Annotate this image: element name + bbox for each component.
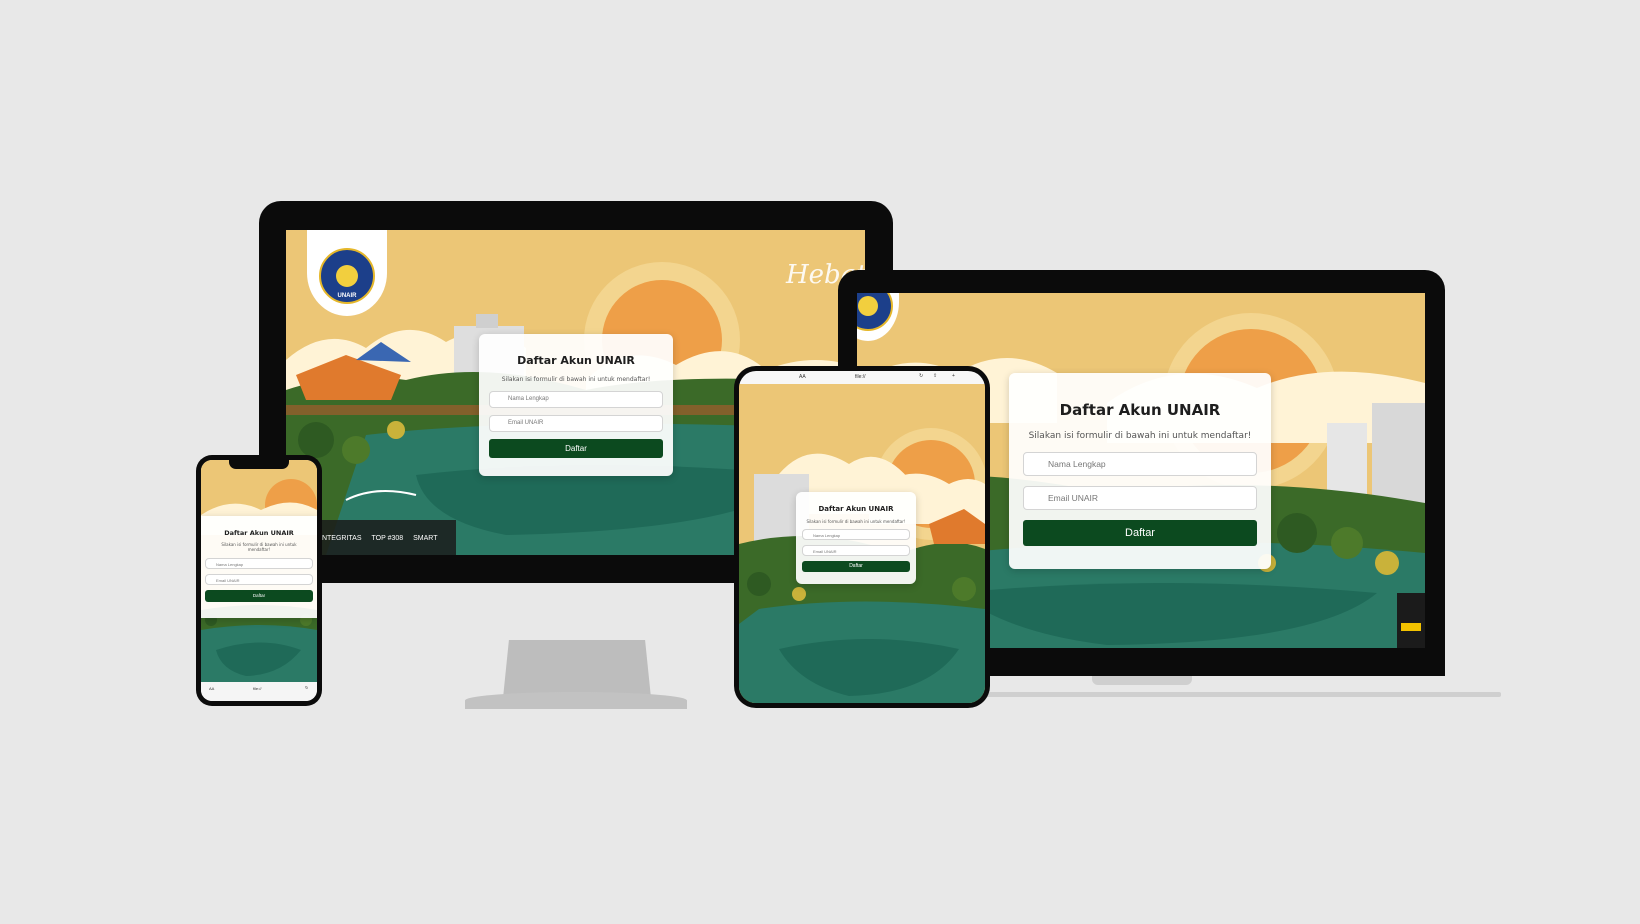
address-bar[interactable]: file:// — [253, 686, 261, 691]
register-button[interactable]: Daftar — [802, 561, 910, 572]
register-card: Daftar Akun UNAIR Silakan isi formulir d… — [1009, 373, 1271, 569]
desktop-stand-neck — [503, 640, 651, 698]
email-input[interactable]: Email UNAIR — [1023, 486, 1257, 510]
email-input[interactable]: Email UNAIR — [489, 415, 663, 432]
form-title: Daftar Akun UNAIR — [818, 505, 894, 513]
email-input[interactable]: Email UNAIR — [802, 545, 910, 556]
phone-notch — [229, 460, 289, 469]
badge-smart: SMART — [413, 535, 438, 542]
badge-integritas: INTEGRITAS — [320, 535, 362, 542]
register-card: Daftar Akun UNAIR Silakan isi formulir d… — [796, 492, 916, 584]
badge-rank: TOP #308 — [371, 535, 404, 542]
tablet-browser-bar: AA file:// ↻ ⇪ + — [739, 371, 985, 384]
form-subtitle: Silakan isi formulir di bawah ini untuk … — [1028, 431, 1252, 441]
register-card: Daftar Akun UNAIR Silakan isi formulir d… — [201, 516, 317, 618]
form-title: Daftar Akun UNAIR — [1059, 401, 1221, 419]
address-bar[interactable]: file:// — [855, 374, 866, 380]
new-tab-icon[interactable]: + — [952, 373, 955, 379]
reload-icon[interactable]: ↻ — [919, 373, 923, 379]
form-title: Daftar Akun UNAIR — [224, 529, 294, 537]
phone-browser-bar: AA file:// ↻ — [201, 682, 317, 701]
desktop-stand-base — [465, 692, 687, 709]
reader-button[interactable]: AA — [799, 374, 806, 380]
register-button[interactable]: Daftar — [489, 439, 663, 458]
form-subtitle: Silakan isi formulir di bawah ini untuk … — [806, 519, 906, 524]
full-name-input[interactable]: Nama Lengkap — [802, 529, 910, 540]
reader-button[interactable]: AA — [209, 686, 214, 691]
full-name-input[interactable]: Nama Lengkap — [489, 391, 663, 408]
register-card: Daftar Akun UNAIR Silakan isi formulir d… — [479, 334, 673, 476]
unair-logo: UNAIR — [307, 230, 387, 316]
form-subtitle: Silakan isi formulir di bawah ini untuk … — [501, 376, 651, 383]
seal-text: UNAIR — [337, 292, 357, 299]
form-title: Daftar Akun UNAIR — [517, 354, 635, 367]
footer-badges: INTEGRITAS TOP #308 SMART — [320, 535, 438, 542]
laptop-hinge — [1092, 676, 1192, 685]
tablet-screen: AA file:// ↻ ⇪ + Daftar Akun UNAIR Silak… — [739, 371, 985, 703]
email-input[interactable]: Email UNAIR — [205, 574, 313, 585]
phone-screen: Daftar Akun UNAIR Silakan isi formulir d… — [201, 460, 317, 701]
register-button[interactable]: Daftar — [205, 590, 313, 602]
form-subtitle: Silakan isi formulir di bawah ini untuk … — [221, 542, 297, 552]
full-name-input[interactable]: Nama Lengkap — [205, 558, 313, 569]
full-name-input[interactable]: Nama Lengkap — [1023, 452, 1257, 476]
reload-icon[interactable]: ↻ — [305, 685, 308, 690]
share-icon[interactable]: ⇪ — [933, 373, 937, 379]
register-button[interactable]: Daftar — [1023, 520, 1257, 546]
